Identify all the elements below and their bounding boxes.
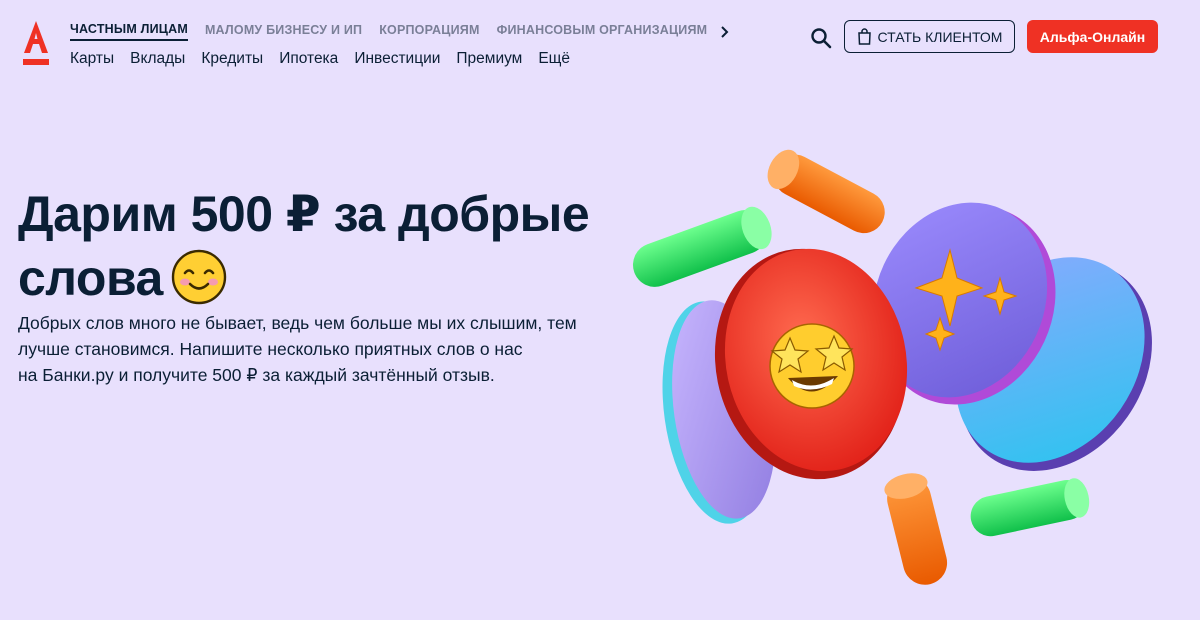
become-client-label: Стать клиентом (877, 28, 1003, 45)
alfa-online-button[interactable]: Альфа-Онлайн (1027, 20, 1158, 53)
nav-premium[interactable]: Премиум (456, 50, 522, 68)
star-eyes-emoji (769, 323, 855, 409)
hero-description-line3: на Банки.ру и получите 500 ₽ за каждый з… (18, 365, 495, 385)
nav-investments[interactable]: Инвестиции (354, 50, 440, 68)
tab-small-business[interactable]: Малому бизнесу и ИП (205, 23, 362, 40)
shopping-bag-icon (857, 28, 871, 45)
alfa-online-label: Альфа-Онлайн (1039, 28, 1146, 45)
tab-private-persons[interactable]: Частным лицам (70, 22, 188, 41)
hero-title-line2: слова (18, 250, 163, 306)
tab-corporations[interactable]: Корпорациям (379, 23, 479, 40)
nav-more[interactable]: Ещё (538, 50, 570, 68)
search-icon[interactable] (809, 26, 833, 50)
coins-illustration (632, 149, 1152, 585)
green-stick-bottom (970, 478, 1090, 537)
hero-description-line1: Добрых слов много не бывает, ведь чем бо… (18, 313, 577, 333)
hero-description: Добрых слов много не бывает, ведь чем бо… (18, 310, 618, 388)
nav-credits[interactable]: Кредиты (201, 50, 263, 68)
nav-cards[interactable]: Карты (70, 50, 114, 68)
chevron-right-icon[interactable] (718, 25, 732, 39)
segment-tabs: Частным лицам Малому бизнесу и ИП Корпор… (70, 22, 732, 41)
orange-stick-bottom (884, 473, 948, 585)
nav-mortgage[interactable]: Ипотека (279, 50, 338, 68)
hero-title: Дарим 500 ₽ за добрые слова (18, 182, 618, 310)
smiling-face-emoji (171, 249, 227, 305)
nav-deposits[interactable]: Вклады (130, 50, 185, 68)
tab-financial-organizations[interactable]: Финансовым организациям (497, 23, 708, 40)
become-client-button[interactable]: Стать клиентом (844, 20, 1015, 53)
hero-description-line2: лучше становимся. Напишите несколько при… (18, 339, 523, 359)
orange-stick-top (767, 149, 885, 234)
hero-title-line1: Дарим 500 ₽ за добрые (18, 186, 590, 242)
main-nav: Карты Вклады Кредиты Ипотека Инвестиции … (70, 50, 570, 68)
hero-title-line2-wrap: слова (18, 246, 618, 310)
alfa-bank-logo[interactable] (20, 19, 52, 67)
